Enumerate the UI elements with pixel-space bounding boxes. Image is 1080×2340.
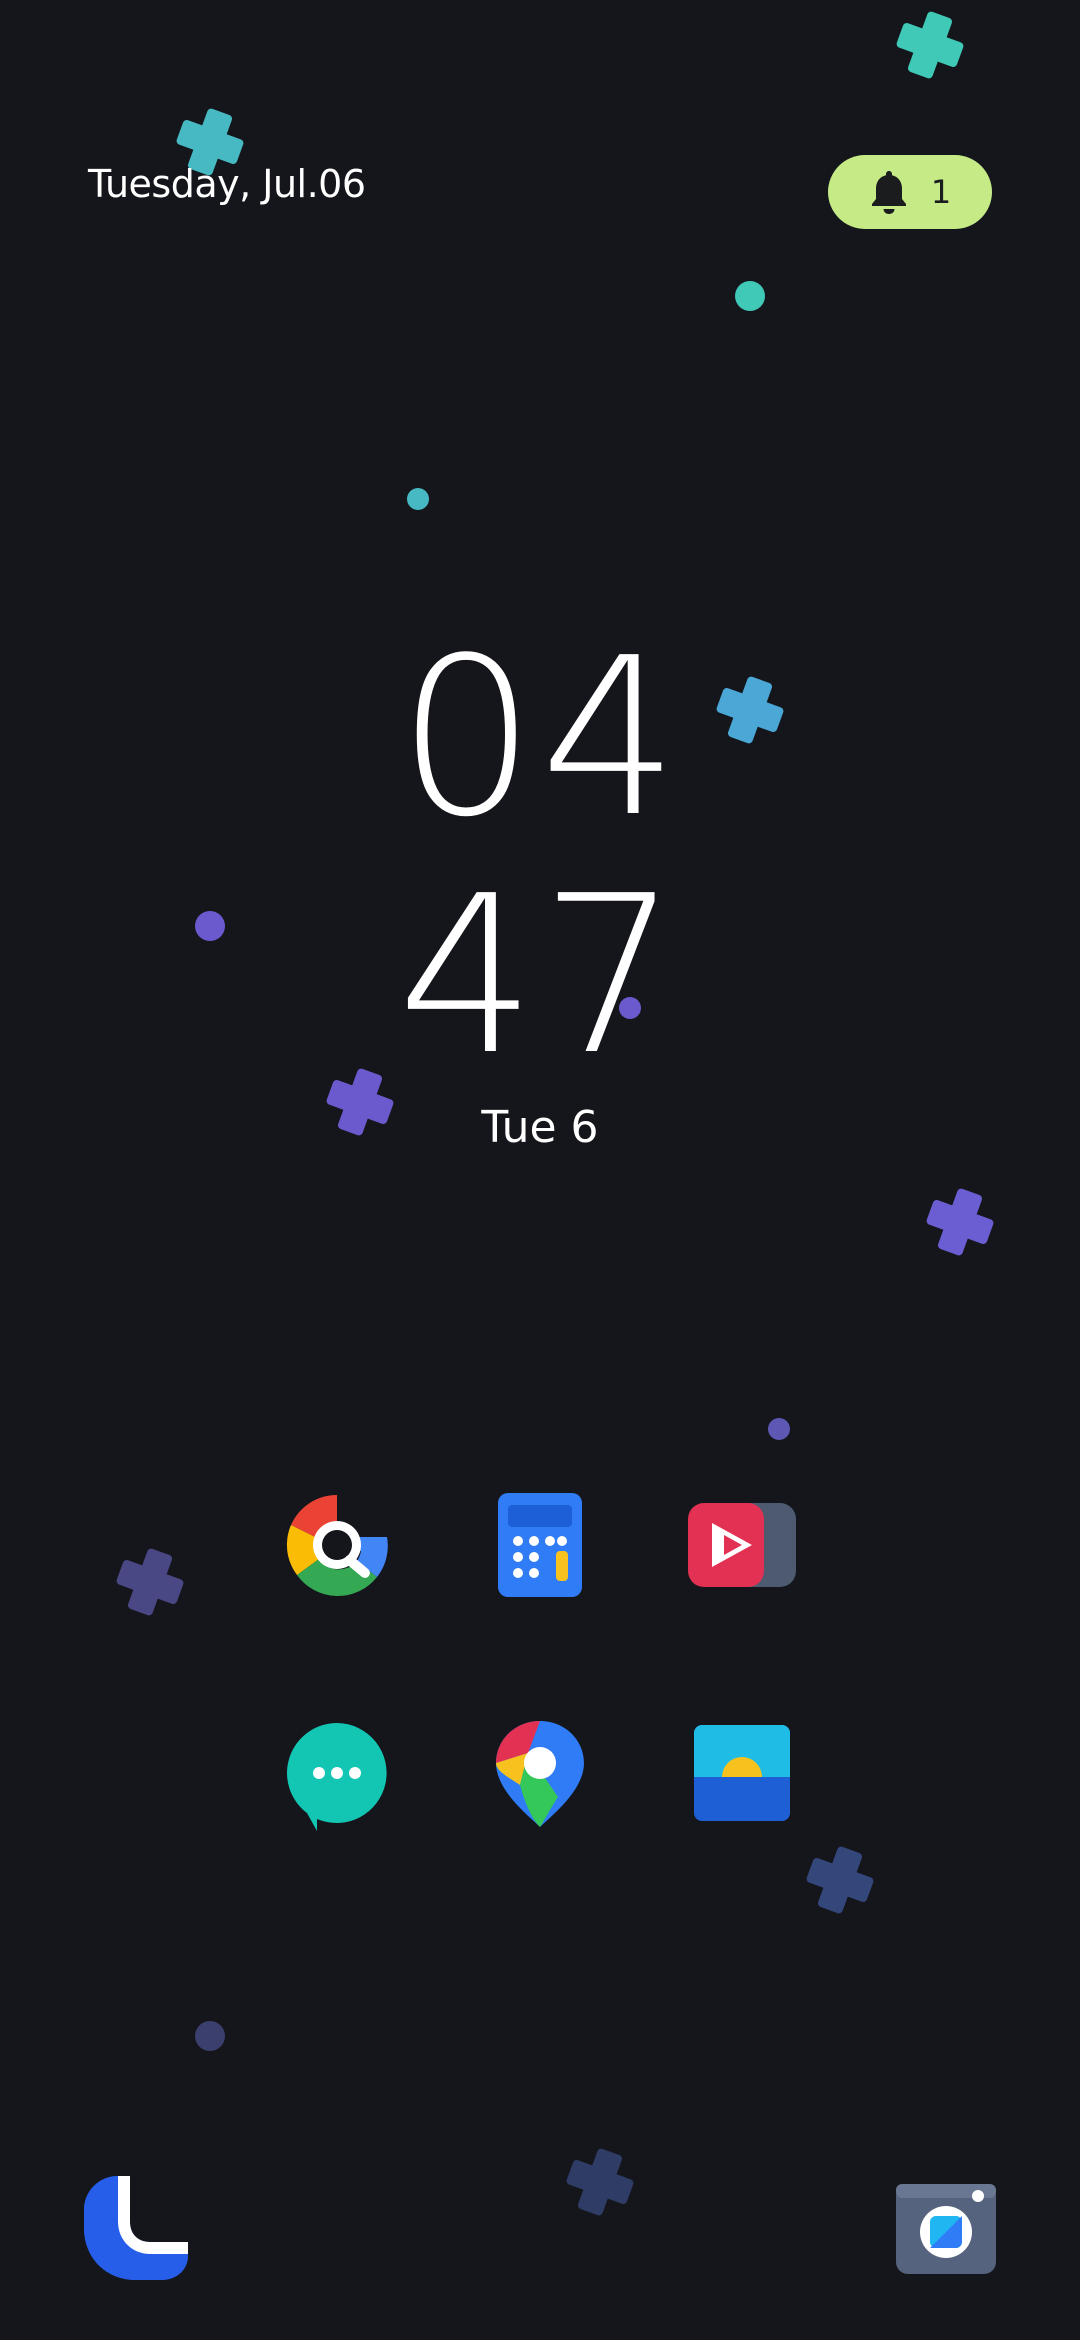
clock-hours: 04 xyxy=(397,612,683,865)
messages-icon[interactable] xyxy=(277,1713,397,1833)
background-decorations xyxy=(116,11,994,2216)
bell-icon-svg xyxy=(871,171,906,214)
deco-plus-5 xyxy=(926,1188,994,1256)
calculator-icon[interactable] xyxy=(480,1485,600,1605)
deco-plus-7 xyxy=(806,1846,874,1914)
maps-icon[interactable] xyxy=(480,1713,600,1833)
deco-dot-5 xyxy=(768,1418,790,1440)
video-player-icon[interactable] xyxy=(682,1485,802,1605)
phone-icon[interactable] xyxy=(78,2170,194,2286)
clock-date: Tue 6 xyxy=(481,1102,599,1153)
bell-icon xyxy=(869,169,909,215)
lock-date-text: Tuesday, Jul.06 xyxy=(88,162,366,206)
clock-minutes: 47 xyxy=(397,850,683,1103)
deco-dot-2 xyxy=(407,488,429,510)
notification-count: 1 xyxy=(930,173,952,211)
deco-plus-6 xyxy=(116,1548,184,1616)
deco-plus-1 xyxy=(896,11,964,79)
deco-plus-8 xyxy=(566,2148,634,2216)
deco-dot-1 xyxy=(735,281,765,311)
gallery-icon[interactable] xyxy=(682,1713,802,1833)
camera-icon[interactable] xyxy=(888,2170,1004,2286)
lock-screen: Tuesday, Jul.06 1 04 47 Tue 6 xyxy=(0,0,1080,2340)
search-app-icon[interactable] xyxy=(277,1485,397,1605)
deco-dot-6 xyxy=(195,2021,225,2051)
notification-pill[interactable]: 1 xyxy=(828,155,992,229)
